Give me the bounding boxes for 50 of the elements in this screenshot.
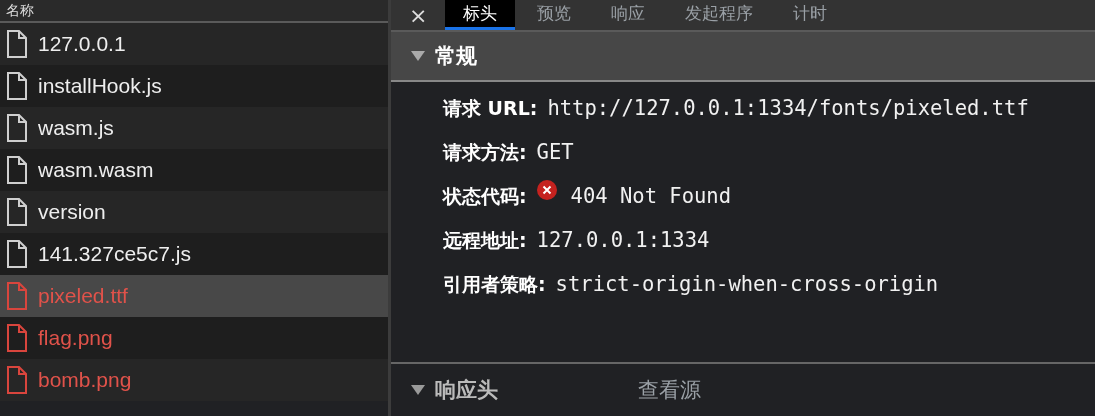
file-name: flag.png	[38, 326, 113, 350]
tab[interactable]: 计时	[775, 0, 846, 30]
file-name: wasm.js	[38, 116, 114, 140]
expanded-triangle-icon[interactable]	[411, 50, 425, 62]
file-icon	[6, 365, 28, 395]
view-source-link[interactable]: 查看源	[638, 376, 701, 404]
section-title: 响应头	[435, 377, 498, 404]
field-label: 请求 URL:	[443, 96, 538, 121]
field-value: GET	[536, 139, 574, 166]
section-header[interactable]: 常规	[391, 32, 1095, 82]
file-row[interactable]: bomb.png	[0, 359, 388, 401]
file-name: 141.327ce5c7.js	[38, 242, 191, 266]
file-icon	[6, 239, 28, 269]
file-row[interactable]: wasm.wasm	[0, 149, 388, 191]
file-row[interactable]: flag.png	[0, 317, 388, 359]
field-label: 远程地址:	[443, 228, 527, 253]
tab[interactable]: 发起程序	[667, 0, 772, 30]
file-icon	[6, 29, 28, 59]
file-row[interactable]: wasm.js	[0, 107, 388, 149]
file-row[interactable]: 127.0.0.1	[0, 23, 388, 65]
field-value: http://127.0.0.1:1334/fonts/pixeled.ttf	[547, 95, 1029, 122]
file-name: installHook.js	[38, 74, 162, 98]
field-label: 请求方法:	[443, 140, 527, 165]
tab[interactable]: 预览	[519, 0, 590, 30]
file-row[interactable]: 141.327ce5c7.js	[0, 233, 388, 275]
file-icon	[6, 197, 28, 227]
section-title: 常规	[435, 43, 477, 70]
field-value: 404 Not Found	[570, 183, 732, 210]
file-icon	[6, 71, 28, 101]
field-value: 127.0.0.1:1334	[536, 227, 710, 254]
field-label: 状态代码:	[443, 184, 527, 209]
field-value: strict-origin-when-cross-origin	[555, 271, 939, 298]
file-name: 127.0.0.1	[38, 32, 126, 56]
file-icon	[6, 113, 28, 143]
file-row[interactable]: version	[0, 191, 388, 233]
tab[interactable]: 响应	[593, 0, 664, 30]
file-icon	[6, 323, 28, 353]
file-icon	[6, 281, 28, 311]
close-button[interactable]: ×	[409, 0, 442, 30]
column-header[interactable]: 名称	[0, 0, 388, 23]
field-label: 引用者策略:	[443, 272, 546, 297]
file-icon	[6, 155, 28, 185]
file-name: bomb.png	[38, 368, 132, 392]
file-name: version	[38, 200, 106, 224]
error-icon	[536, 180, 557, 200]
file-row[interactable]: installHook.js	[0, 65, 388, 107]
file-name: pixeled.ttf	[38, 284, 128, 308]
file-name: wasm.wasm	[38, 158, 154, 182]
expanded-triangle-icon[interactable]	[411, 384, 425, 396]
tab[interactable]: 标头	[445, 0, 516, 30]
